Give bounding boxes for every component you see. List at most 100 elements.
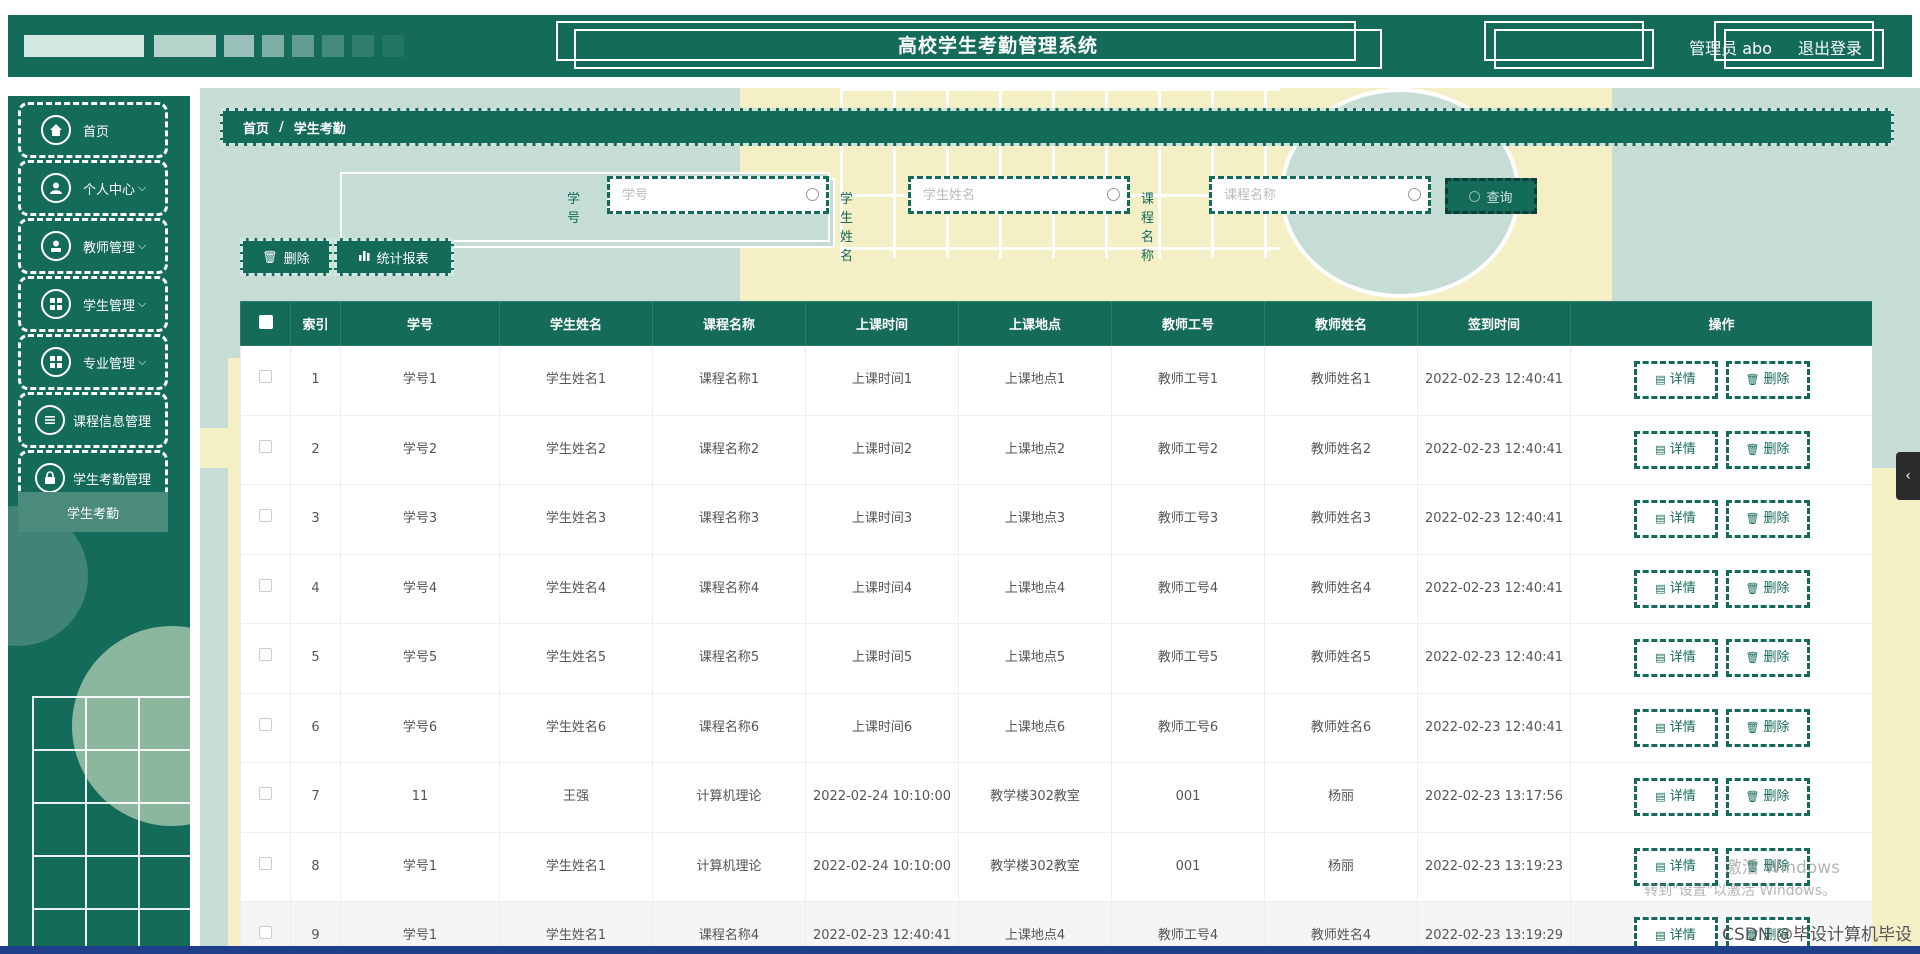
row-select-cell[interactable] xyxy=(240,762,291,833)
sidebar-item-home[interactable]: 首页 xyxy=(18,102,168,158)
table-cell: 上课地点2 xyxy=(958,414,1112,485)
sidebar-item-teacher[interactable]: 教师管理 ⌵ xyxy=(18,218,168,274)
detail-label: 详情 xyxy=(1669,650,1696,666)
trash-icon: 🗑 xyxy=(1745,442,1760,456)
table-cell: 教师姓名4 xyxy=(1264,553,1418,624)
table-cell: 学号2 xyxy=(340,414,500,485)
select-all-header[interactable] xyxy=(240,301,291,346)
table-cell: 学生姓名5 xyxy=(499,623,653,694)
delete-button[interactable]: 🗑 删除 xyxy=(1725,639,1810,678)
row-checkbox[interactable] xyxy=(259,439,272,453)
detail-button[interactable]: ▤ 详情 xyxy=(1633,500,1718,539)
table-cell: 杨丽 xyxy=(1264,762,1418,833)
row-select-cell[interactable] xyxy=(240,553,291,624)
sidebar-item-label: 学生考勤管理 xyxy=(73,472,152,488)
table-cell: 学号3 xyxy=(340,484,500,555)
detail-button[interactable]: ▤ 详情 xyxy=(1633,778,1718,817)
table-cell: 课程名称2 xyxy=(652,414,806,485)
table-cell: 001 xyxy=(1111,831,1265,902)
row-checkbox[interactable] xyxy=(259,370,272,384)
table-cell: 学生姓名1 xyxy=(499,831,653,902)
row-checkbox[interactable] xyxy=(259,926,272,940)
logo-bar-7 xyxy=(352,35,374,57)
table-cell: 2022-02-24 10:10:00 xyxy=(805,831,959,902)
detail-label: 详情 xyxy=(1669,719,1696,735)
row-select-cell[interactable] xyxy=(240,345,291,416)
delete-button[interactable]: 🗑 删除 xyxy=(1725,361,1810,400)
breadcrumb: 首页 / 学生考勤 xyxy=(220,108,1894,146)
page-title: 高校学生考勤管理系统 xyxy=(897,35,1098,57)
table-row: 5 学号5 学生姓名5 课程名称5 上课时间5 上课地点5 教师工号5 教师姓名5 2022-0… xyxy=(240,623,1872,694)
row-checkbox[interactable] xyxy=(259,856,272,870)
select-all-checkbox[interactable] xyxy=(258,314,273,329)
sidebar-item-major[interactable]: 专业管理 ⌵ xyxy=(18,334,168,390)
row-select-cell[interactable] xyxy=(240,484,291,555)
detail-button[interactable]: ▤ 详情 xyxy=(1633,917,1718,948)
trash-icon: 🗑 xyxy=(1745,373,1760,387)
detail-button[interactable]: ▤ 详情 xyxy=(1633,639,1718,678)
detail-button[interactable]: ▤ 详情 xyxy=(1633,430,1718,469)
detail-button[interactable]: ▤ 详情 xyxy=(1633,569,1718,608)
table-row: 3 学号3 学生姓名3 课程名称3 上课时间3 上课地点3 教师工号3 教师姓名3 2022-0… xyxy=(240,484,1872,555)
logo-bar-3 xyxy=(224,35,254,57)
student-name-input[interactable] xyxy=(908,176,1130,214)
table-cell: 2022-02-23 12:40:41 xyxy=(1417,623,1571,694)
student-no-input[interactable] xyxy=(607,176,829,214)
delete-button[interactable]: 🗑 删除 xyxy=(1725,500,1810,539)
person-icon xyxy=(41,231,71,261)
logo-bar-4 xyxy=(262,35,284,57)
app-window: 高校学生考勤管理系统 管理员 abo 退出登录 首页 个人中心 ⌵ 教师管理 ⌵… xyxy=(0,0,1920,948)
current-user: 管理员 abo xyxy=(1689,39,1772,58)
report-button[interactable]: 统计报表 xyxy=(334,238,454,276)
table-cell: 教师工号2 xyxy=(1111,414,1265,485)
course-input[interactable] xyxy=(1209,176,1431,214)
row-checkbox[interactable] xyxy=(259,578,272,592)
detail-button[interactable]: ▤ 详情 xyxy=(1633,708,1718,747)
row-checkbox[interactable] xyxy=(259,717,272,731)
delete-button[interactable]: 🗑 删除 xyxy=(1725,778,1810,817)
row-actions: ▤ 详情 🗑 删除 xyxy=(1570,692,1872,763)
sidebar-item-student[interactable]: 学生管理 ⌵ xyxy=(18,276,168,332)
breadcrumb-home[interactable]: 首页 xyxy=(243,118,269,137)
document-icon: ▤ xyxy=(1655,442,1666,456)
sidebar-item-personal[interactable]: 个人中心 ⌵ xyxy=(18,160,168,216)
search-icon xyxy=(1469,190,1481,202)
delete-button[interactable]: 🗑 删除 xyxy=(1725,569,1810,608)
detail-label: 详情 xyxy=(1669,441,1696,457)
sidebar-item-label: 首页 xyxy=(83,124,110,140)
sidebar-item-label: 教师管理 xyxy=(83,240,136,256)
detail-button[interactable]: ▤ 详情 xyxy=(1633,361,1718,400)
table-cell: 2022-02-23 13:19:29 xyxy=(1417,901,1571,948)
row-actions: ▤ 详情 🗑 删除 xyxy=(1570,623,1872,694)
logo-bar-1 xyxy=(24,35,144,57)
row-select-cell[interactable] xyxy=(240,692,291,763)
row-select-cell[interactable] xyxy=(240,623,291,694)
row-select-cell[interactable] xyxy=(240,414,291,485)
student-no-label: 学号 xyxy=(567,192,581,226)
sidebar-item-course[interactable]: 课程信息管理 xyxy=(18,392,168,448)
row-checkbox[interactable] xyxy=(259,648,272,662)
row-checkbox[interactable] xyxy=(259,509,272,523)
row-select-cell[interactable] xyxy=(240,901,291,948)
row-select-cell[interactable] xyxy=(240,831,291,902)
collapse-tab[interactable]: ‹ xyxy=(1896,452,1920,500)
column-header: 教师姓名 xyxy=(1264,301,1418,346)
column-header: 课程名称 xyxy=(652,301,806,346)
row-checkbox[interactable] xyxy=(259,787,272,801)
chevron-down-icon: ⌵ xyxy=(138,297,147,310)
table-cell: 教师姓名4 xyxy=(1264,901,1418,948)
table-cell: 3 xyxy=(290,484,341,555)
table-row: 7 11 王强 计算机理论 2022-02-24 10:10:00 教学楼302教室 001… xyxy=(240,762,1872,833)
chevron-down-icon: ⌵ xyxy=(138,355,147,368)
delete-button[interactable]: 🗑 删除 xyxy=(1725,430,1810,469)
search-button[interactable]: 查询 xyxy=(1445,178,1537,214)
table-cell: 教师姓名1 xyxy=(1264,345,1418,416)
batch-delete-button[interactable]: 🗑 删除 xyxy=(240,238,332,276)
table-cell: 教师工号3 xyxy=(1111,484,1265,555)
table-cell: 教师姓名5 xyxy=(1264,623,1418,694)
logout-button[interactable]: 退出登录 xyxy=(1798,35,1862,59)
table-cell: 2 xyxy=(290,414,341,485)
delete-button[interactable]: 🗑 删除 xyxy=(1725,708,1810,747)
submenu-item-attendance[interactable]: 学生考勤 xyxy=(18,492,168,532)
sidebar-item-label: 个人中心 xyxy=(83,182,136,198)
